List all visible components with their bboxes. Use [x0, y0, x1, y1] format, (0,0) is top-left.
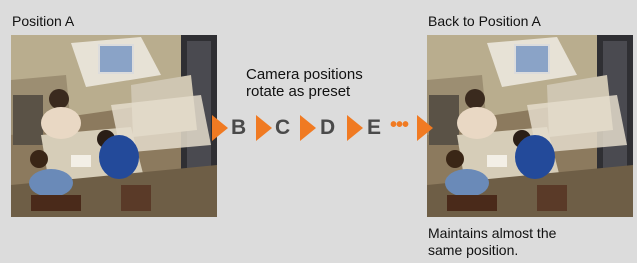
- position-a-label: Position A: [12, 13, 75, 29]
- step-letter-c: C: [275, 116, 291, 139]
- continuation-dots: •••: [390, 114, 409, 136]
- orange-arrow-icon: [417, 115, 433, 141]
- step-letter-e: E: [367, 116, 382, 139]
- rotation-caption-line-1: Camera positions: [246, 66, 363, 83]
- orange-arrow-icon: [212, 115, 228, 141]
- maintains-position-caption-line-2: same position.: [428, 242, 519, 258]
- orange-arrow-icon: [300, 115, 316, 141]
- orange-arrow-icon: [347, 115, 363, 141]
- back-to-position-a-label: Back to Position A: [428, 13, 541, 29]
- step-letter-b: B: [231, 116, 247, 139]
- camera-view-position-a-image: [11, 35, 217, 217]
- maintains-position-caption: Maintains almost the same position.: [428, 225, 556, 259]
- rotation-caption: Camera positions rotate as preset: [246, 66, 363, 100]
- orange-arrow-icon: [256, 115, 272, 141]
- rotation-caption-line-2: rotate as preset: [246, 83, 351, 100]
- camera-view-back-to-position-a-image: [427, 35, 633, 217]
- step-letter-d: D: [320, 116, 336, 139]
- maintains-position-caption-line-1: Maintains almost the: [428, 225, 557, 241]
